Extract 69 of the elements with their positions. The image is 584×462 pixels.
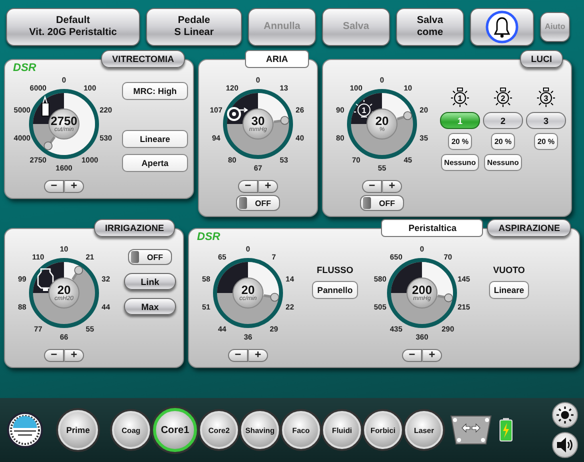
option-button[interactable]: Lineare <box>122 130 188 148</box>
dial-value: 2750 <box>50 115 78 127</box>
minus-button[interactable]: − <box>402 349 422 362</box>
option-button[interactable]: Lineare <box>488 281 530 299</box>
plus-button[interactable]: + <box>64 180 84 193</box>
plus-button[interactable]: + <box>382 180 402 193</box>
dial-hub <box>232 278 264 308</box>
dial-hub <box>242 108 274 140</box>
pedal-icon <box>449 414 493 446</box>
dial-hub <box>48 108 80 140</box>
dial-needle[interactable] <box>264 292 280 302</box>
minus-button[interactable]: − <box>362 180 382 193</box>
bottle-icon <box>37 268 54 291</box>
light-button[interactable]: 3 <box>526 112 566 129</box>
dial-needle[interactable] <box>438 293 453 302</box>
dial-value: 20 <box>57 284 71 296</box>
brightness-button[interactable] <box>552 402 578 428</box>
toggle-switch[interactable]: OFF <box>236 195 280 211</box>
minus-button[interactable]: − <box>238 180 258 193</box>
brand-label: DSR <box>197 231 220 243</box>
panel-title: ASPIRAZIONE <box>487 219 571 237</box>
toggle-switch[interactable]: OFF <box>128 249 172 265</box>
toolbar-button[interactable]: Default Vit. 20G Peristaltic <box>6 8 140 46</box>
minus-button[interactable]: − <box>228 349 248 362</box>
dial-value: 20 <box>375 115 389 127</box>
bell-icon <box>485 10 519 44</box>
group-label: FLUSSO <box>316 265 354 275</box>
dial-needle[interactable] <box>44 136 56 150</box>
dial-value: 30 <box>251 115 265 127</box>
handpiece-icon <box>42 95 50 116</box>
panel-title: IRRIGAZIONE <box>94 219 175 237</box>
dial-hub <box>48 278 80 308</box>
dial-value: 200 <box>412 284 432 296</box>
plus-button[interactable]: + <box>248 349 268 362</box>
panel-title: ARIA <box>245 50 309 68</box>
toolbar-button[interactable]: Pedale S Linear <box>146 8 242 46</box>
nozzle-icon <box>227 107 248 121</box>
speaker-icon <box>556 436 574 454</box>
toolbar-button[interactable]: Salva come <box>396 8 464 46</box>
plus-button[interactable]: + <box>422 349 442 362</box>
dial-needle[interactable] <box>274 116 290 125</box>
bell-button[interactable] <box>470 8 534 46</box>
sun-icon <box>556 406 574 424</box>
dial-hub <box>366 108 398 140</box>
toggle-switch[interactable]: OFF <box>360 195 404 211</box>
sound-button[interactable] <box>552 432 578 458</box>
option-button[interactable]: MRC: High <box>122 82 188 100</box>
group-label: VUOTO <box>493 265 525 275</box>
dial-value: 20 <box>241 284 255 296</box>
prime-button[interactable]: Prime <box>58 410 98 450</box>
minus-button[interactable]: − <box>44 180 64 193</box>
panel-title: LUCI <box>520 50 563 68</box>
mode-tab[interactable]: Peristaltica <box>381 219 484 237</box>
plus-button[interactable]: + <box>64 349 84 362</box>
panel-title: VITRECTOMIA <box>101 50 185 68</box>
attitude-gauge-icon <box>6 411 44 449</box>
dial-needle[interactable] <box>396 111 412 120</box>
option-button[interactable]: Max <box>124 298 176 315</box>
option-button[interactable]: Pannello <box>312 281 358 299</box>
dial-needle[interactable] <box>72 266 83 280</box>
option-button[interactable]: Aperta <box>122 154 188 172</box>
option-button[interactable]: Link <box>124 273 176 290</box>
brand-label: DSR <box>13 62 36 74</box>
dial-hub <box>406 278 438 308</box>
light-button[interactable]: 2 <box>483 112 523 129</box>
battery-icon <box>499 418 513 442</box>
minus-button[interactable]: − <box>44 349 64 362</box>
mode-button[interactable]: Core1 <box>153 408 197 452</box>
plus-button[interactable]: + <box>258 180 278 193</box>
